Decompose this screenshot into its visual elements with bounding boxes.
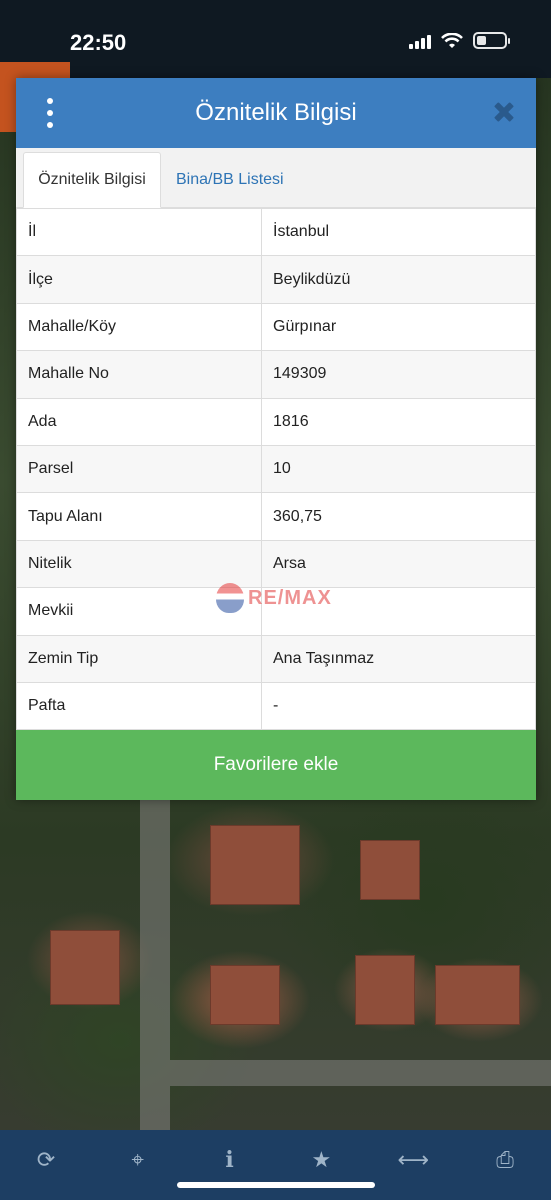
- refresh-icon[interactable]: ⟳: [34, 1148, 58, 1173]
- more-vertical-icon[interactable]: [44, 98, 56, 128]
- modal-tabs: Öznitelik Bilgisi Bina/BB Listesi: [16, 148, 536, 208]
- crosshair-icon[interactable]: ⌖: [126, 1148, 150, 1173]
- table-row: Ada 1816: [16, 397, 536, 446]
- row-value: 149309: [261, 350, 536, 399]
- measure-icon[interactable]: ⟷: [397, 1148, 429, 1173]
- row-key: İlçe: [16, 255, 262, 304]
- map-road: [140, 800, 170, 1130]
- row-value: Ana Taşınmaz: [261, 634, 536, 683]
- table-row: İlçe Beylikdüzü: [16, 255, 536, 304]
- row-key: Mahalle/Köy: [16, 302, 262, 352]
- table-row: Pafta -: [16, 681, 536, 731]
- row-value: 1816: [261, 397, 536, 446]
- battery-icon: [473, 32, 510, 49]
- star-icon[interactable]: ★: [309, 1148, 333, 1173]
- row-key: Pafta: [16, 681, 262, 731]
- row-key: Mahalle No: [16, 350, 262, 399]
- row-value: [261, 587, 536, 636]
- bottom-toolbar: ⟳ ⌖ i ★ ⟷ ⎙: [0, 1130, 551, 1200]
- table-row: İl İstanbul: [16, 207, 536, 257]
- row-value: Arsa: [261, 539, 536, 589]
- home-indicator[interactable]: [177, 1182, 375, 1188]
- status-bar: 22:50: [0, 0, 551, 78]
- table-row: Mahalle No 149309: [16, 350, 536, 399]
- wifi-icon: [441, 32, 463, 48]
- row-key: İl: [16, 207, 262, 257]
- signal-icon: [409, 33, 431, 49]
- row-value: -: [261, 681, 536, 731]
- print-icon[interactable]: ⎙: [493, 1148, 517, 1173]
- map-building: [210, 965, 280, 1025]
- map-building: [435, 965, 520, 1025]
- table-row: Mevkii: [16, 587, 536, 636]
- close-icon[interactable]: [490, 98, 518, 126]
- map-building: [355, 955, 415, 1025]
- tab-building-list[interactable]: Bina/BB Listesi: [164, 152, 296, 208]
- table-row: Nitelik Arsa: [16, 539, 536, 589]
- table-row: Parsel 10: [16, 444, 536, 494]
- status-icons: [409, 32, 510, 49]
- row-key: Nitelik: [16, 539, 262, 589]
- row-key: Tapu Alanı: [16, 492, 262, 541]
- table-row: Zemin Tip Ana Taşınmaz: [16, 634, 536, 683]
- row-value: Beylikdüzü: [261, 255, 536, 304]
- row-key: Ada: [16, 397, 262, 446]
- row-key: Parsel: [16, 444, 262, 494]
- row-key: Mevkii: [16, 587, 262, 636]
- status-time: 22:50: [70, 30, 127, 55]
- attribute-table: İl İstanbul İlçe Beylikdüzü Mahalle/Köy Gür…: [16, 207, 536, 731]
- add-to-favorites-button[interactable]: Favorilere ekle: [16, 730, 536, 800]
- table-row: Tapu Alanı 360,75: [16, 492, 536, 541]
- attribute-info-modal: Öznitelik Bilgisi Öznitelik Bilgisi Bina…: [16, 78, 536, 800]
- row-value: İstanbul: [261, 207, 536, 257]
- row-key: Zemin Tip: [16, 634, 262, 683]
- row-value: 360,75: [261, 492, 536, 541]
- row-value: Gürpınar: [261, 302, 536, 352]
- row-value: 10: [261, 444, 536, 494]
- modal-header: Öznitelik Bilgisi: [16, 78, 536, 148]
- map-building: [50, 930, 120, 1005]
- map-building: [360, 840, 420, 900]
- map-building: [210, 825, 300, 905]
- table-row: Mahalle/Köy Gürpınar: [16, 302, 536, 352]
- map-road: [170, 1060, 551, 1086]
- tab-attribute-info[interactable]: Öznitelik Bilgisi: [23, 152, 161, 208]
- info-icon[interactable]: i: [218, 1147, 242, 1173]
- modal-title: Öznitelik Bilgisi: [195, 99, 357, 126]
